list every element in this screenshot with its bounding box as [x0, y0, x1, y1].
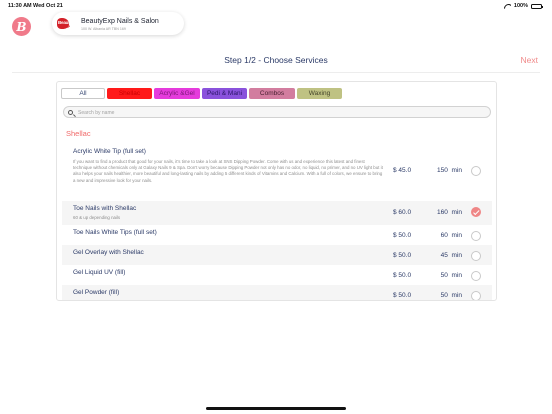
battery-percent: 100% — [513, 3, 528, 9]
service-price: $ 45.0 — [393, 167, 412, 174]
duration-value: 60 — [440, 232, 448, 239]
status-date: Wed Oct 21 — [33, 3, 63, 9]
duration-unit: min — [451, 292, 462, 299]
service-row[interactable]: Toe Nails with Shellac 60 & up depending… — [62, 201, 492, 225]
service-name: Acrylic White Tip (full set) — [73, 148, 146, 155]
duration-value: 150 — [437, 167, 448, 174]
service-price: $ 50.0 — [393, 272, 412, 279]
duration-unit: min — [451, 252, 462, 259]
service-duration: 150 min — [432, 167, 462, 174]
next-button[interactable]: Next — [521, 55, 538, 65]
duration-unit: min — [451, 232, 462, 239]
tab-all[interactable]: All — [61, 88, 105, 99]
salon-name: BeautyExp Nails & Salon — [81, 18, 159, 25]
salon-address: 100 W. Albania AR TBN 169 — [81, 26, 126, 31]
service-name: Gel Powder (fill) — [73, 289, 120, 296]
status-indicators: 100% — [504, 3, 543, 9]
service-price: $ 60.0 — [393, 209, 412, 216]
section-title: Shellac — [66, 129, 91, 138]
tab-shellac[interactable]: Shellac — [107, 88, 152, 99]
service-select-radio[interactable] — [471, 291, 481, 300]
service-price: $ 50.0 — [393, 232, 412, 239]
service-duration: 60 min — [432, 232, 462, 239]
service-row[interactable]: Gel Liquid UV (fill) $ 50.0 50 min — [62, 265, 492, 285]
status-time: 11:30 AM — [8, 3, 32, 9]
app-logo[interactable]: B — [12, 17, 31, 36]
salon-logo-sub: EXP — [63, 25, 71, 29]
search-bar[interactable] — [63, 106, 491, 118]
service-price: $ 50.0 — [393, 252, 412, 259]
service-duration: 50 min — [432, 272, 462, 279]
service-select-radio[interactable] — [471, 251, 481, 261]
service-list: Acrylic White Tip (full set) If you want… — [62, 141, 492, 300]
service-select-radio[interactable] — [471, 231, 481, 241]
service-name: Gel Overlay with Shellac — [73, 249, 144, 256]
service-description: 60 & up depending nails — [73, 215, 121, 220]
duration-value: 160 — [437, 209, 448, 216]
service-row[interactable]: Gel Powder (fill) $ 50.0 50 min — [62, 285, 492, 300]
header-divider — [12, 72, 540, 73]
duration-unit: min — [451, 209, 462, 216]
tab-pedi-mani[interactable]: Pedi & Mani — [202, 88, 247, 99]
duration-unit: min — [451, 272, 462, 279]
tab-waxing[interactable]: Waxing — [297, 88, 342, 99]
tab-combos[interactable]: Combos — [249, 88, 295, 99]
search-icon — [68, 109, 73, 115]
service-select-radio[interactable] — [471, 271, 481, 281]
tab-acrylic-gel[interactable]: Acrylic &Gel — [154, 88, 200, 99]
service-row[interactable]: Toe Nails White Tips (full set) $ 50.0 6… — [62, 225, 492, 245]
home-indicator — [206, 407, 346, 410]
service-row[interactable]: Acrylic White Tip (full set) If you want… — [62, 141, 492, 201]
app-logo-letter: B — [16, 19, 27, 34]
duration-value: 50 — [440, 272, 448, 279]
category-tabs: All Shellac Acrylic &Gel Pedi & Mani Com… — [61, 88, 342, 99]
service-name: Gel Liquid UV (fill) — [73, 269, 126, 276]
service-duration: 160 min — [432, 209, 462, 216]
duration-unit: min — [451, 167, 462, 174]
page-title: Step 1/2 - Choose Services — [224, 55, 328, 65]
duration-value: 50 — [440, 292, 448, 299]
service-name: Toe Nails White Tips (full set) — [73, 229, 157, 236]
service-select-radio[interactable] — [471, 166, 481, 176]
service-duration: 50 min — [432, 292, 462, 299]
service-name: Toe Nails with Shellac — [73, 205, 137, 212]
service-price: $ 50.0 — [393, 292, 412, 299]
battery-icon — [531, 3, 543, 9]
wifi-icon — [504, 4, 511, 9]
salon-logo: BeautyExp EXP — [57, 17, 80, 30]
duration-value: 45 — [440, 252, 448, 259]
service-select-radio[interactable] — [471, 207, 481, 217]
status-bar: 11:30 AM Wed Oct 21 100% — [0, 0, 552, 12]
service-description: If you want to find a product that good … — [73, 159, 383, 183]
search-input[interactable] — [78, 108, 478, 117]
service-row[interactable]: Gel Overlay with Shellac $ 50.0 45 min — [62, 245, 492, 265]
salon-card[interactable]: BeautyExp EXP BeautyExp Nails & Salon 10… — [52, 12, 184, 35]
services-panel: All Shellac Acrylic &Gel Pedi & Mani Com… — [56, 81, 497, 301]
service-duration: 45 min — [432, 252, 462, 259]
